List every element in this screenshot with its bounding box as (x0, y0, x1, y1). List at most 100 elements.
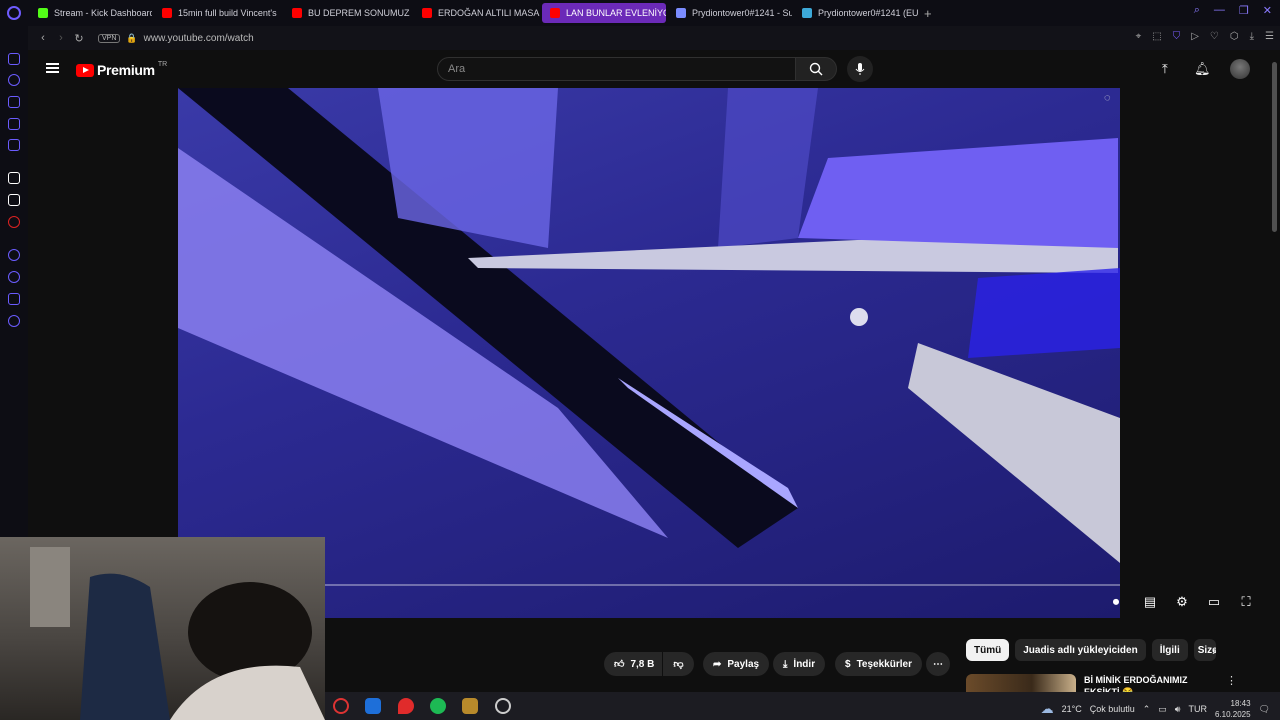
search-input[interactable]: Ara (437, 57, 796, 81)
close-icon[interactable]: ✕ (1263, 4, 1272, 17)
x-twitter-icon[interactable] (8, 194, 20, 206)
search-button[interactable] (795, 57, 837, 81)
notifications-bell-icon[interactable]: 🔔︎ (1194, 61, 1211, 77)
history-icon[interactable] (8, 271, 20, 283)
video-progress-bar[interactable] (325, 584, 1120, 586)
league-app-icon[interactable] (462, 698, 478, 714)
maps-app-icon[interactable] (398, 698, 414, 714)
restore-icon[interactable]: ❐ (1239, 4, 1249, 17)
autoplay-toggle-icon[interactable]: ⏺ (1104, 594, 1128, 610)
tab-kick[interactable]: Stream - Kick Dashboard (30, 3, 152, 23)
share-button[interactable]: ➦ Paylaş (703, 652, 770, 676)
m-icon[interactable] (8, 139, 20, 151)
add-tab-button[interactable]: + (924, 6, 932, 21)
youtube-icon (162, 8, 172, 18)
shield-icon[interactable]: ⛉ (1173, 31, 1181, 42)
window-controls: ⌕ — ❐ ✕ (1194, 4, 1272, 17)
theater-mode-icon[interactable]: ▭ (1204, 594, 1224, 610)
volume-icon[interactable]: 🔊︎ (1175, 704, 1181, 715)
tray-chevron-icon[interactable]: ⌃ (1143, 704, 1151, 715)
chip-all[interactable]: Tümü (966, 639, 1010, 661)
weather-temp[interactable]: 21°C (1062, 704, 1082, 714)
loop-icon[interactable]: ◌ (1104, 92, 1111, 104)
more-vert-icon[interactable]: ⋮ (1226, 674, 1237, 687)
thanks-button[interactable]: $ Teşekkürler (835, 652, 922, 676)
bag-icon[interactable] (8, 96, 20, 108)
extensions-icon[interactable] (8, 293, 20, 305)
dislike-button[interactable]: 👎︎ (663, 652, 694, 676)
share-group: ➦ Paylaş (703, 652, 770, 676)
refresh-icon[interactable] (8, 74, 20, 86)
youtube-icon (550, 8, 560, 18)
download-icon: ⤓ (783, 658, 788, 670)
microphone-icon (855, 63, 865, 75)
extensions-icon[interactable]: ⬡ (1230, 31, 1239, 42)
tab-youtube-2[interactable]: BU DEPREM SONUMUZ C (284, 3, 412, 23)
windows-taskbar: ☁ 21°C Çok bulutlu ⌃ ▭ 🔊︎ TUR 18:43 6.10… (325, 692, 1280, 720)
like-dislike-group: 👍︎ 7,8 B 👎︎ (604, 652, 694, 676)
download-button[interactable]: ⤓ İndir (773, 652, 826, 676)
reload-icon[interactable]: ↻ (70, 32, 88, 45)
thumbs-down-icon: 👎︎ (673, 659, 684, 670)
network-icon[interactable]: ▭ (1158, 704, 1167, 715)
subtitles-icon[interactable]: ▤ (1140, 594, 1160, 610)
clock[interactable]: 18:43 6.10.2025 (1215, 698, 1251, 720)
vpn-badge[interactable]: VPN (98, 33, 121, 43)
chevron-right-icon[interactable]: › (1212, 642, 1217, 658)
download-icon[interactable]: ⤓ (1250, 31, 1254, 42)
messenger-icon[interactable] (8, 53, 20, 65)
clock-date: 6.10.2025 (1214, 710, 1251, 719)
chip-related[interactable]: İlgili (1151, 639, 1188, 661)
youtube-header: Premium TR Ara ⤒ 🔔︎ (28, 50, 1280, 88)
clock-time: 18:43 (1230, 699, 1251, 708)
tab-league[interactable]: Prydiontower0#1241 (EUW (794, 3, 918, 23)
more-actions-button[interactable]: ⋯ (926, 652, 950, 676)
like-button[interactable]: 👍︎ 7,8 B (604, 652, 663, 676)
heart-icon[interactable]: ♡ (1210, 31, 1219, 42)
youtube-logo[interactable]: Premium TR (76, 61, 167, 78)
webcam-overlay (0, 537, 325, 720)
fullscreen-icon[interactable]: ⛶ (1236, 594, 1256, 610)
obs-app-icon[interactable] (495, 698, 511, 714)
tab-youtube-active[interactable]: LAN BUNLAR EVLENİYO (542, 3, 666, 23)
play-icon[interactable]: ▷ (1191, 31, 1199, 42)
minimize-icon[interactable]: — (1214, 4, 1225, 17)
tab-label: LAN BUNLAR EVLENİYO (566, 8, 666, 18)
player-icon[interactable] (8, 249, 20, 261)
tab-tracker[interactable]: Prydiontower0#1241 - Su (668, 3, 792, 23)
voice-search-button[interactable] (847, 56, 873, 82)
search-icon[interactable]: ⌕ (1194, 4, 1200, 17)
avatar[interactable] (1230, 59, 1250, 79)
pin-icon[interactable]: ⌖ (1136, 31, 1142, 42)
thumbs-up-icon: 👍︎ (614, 659, 625, 670)
url-field[interactable]: www.youtube.com/watch (144, 33, 254, 44)
red-app-icon[interactable] (8, 216, 20, 228)
lock-icon: 🔒 (126, 32, 138, 43)
opera-app-icon[interactable] (333, 698, 349, 714)
page-scrollbar[interactable] (1272, 62, 1277, 232)
tracker-icon (676, 8, 686, 18)
tab-youtube-3[interactable]: ERDOĞAN ALTILI MASA F (414, 3, 540, 23)
chat-icon[interactable] (8, 118, 20, 130)
chip-uploader[interactable]: Juadis adlı yükleyiciden (1015, 639, 1146, 661)
youtube-icon (422, 8, 432, 18)
upload-icon[interactable]: ⤒ (1162, 61, 1168, 77)
hamburger-menu-icon[interactable] (46, 63, 59, 73)
spotify-icon[interactable] (430, 698, 446, 714)
forward-icon[interactable]: › (52, 32, 70, 44)
language-indicator[interactable]: TUR (1188, 704, 1207, 714)
settings-gear-icon[interactable]: ⚙ (1172, 594, 1192, 610)
back-icon[interactable]: ‹ (34, 32, 52, 44)
tab-youtube-1[interactable]: 15min full build Vincent's (154, 3, 282, 23)
snapshot-icon[interactable]: ⬚ (1152, 31, 1161, 42)
notification-center-icon[interactable]: 🗨︎ (1259, 704, 1270, 715)
discord-icon[interactable] (8, 172, 20, 184)
weather-condition[interactable]: Çok bulutlu (1090, 704, 1135, 714)
menu-icon[interactable]: ☰ (1265, 31, 1274, 42)
tab-label: Stream - Kick Dashboard (54, 8, 152, 18)
share-arrow-icon: ➦ (713, 658, 722, 670)
opera-logo-icon[interactable] (0, 0, 28, 26)
youtube-icon (292, 8, 302, 18)
settings-icon[interactable] (8, 315, 20, 327)
store-app-icon[interactable] (365, 698, 381, 714)
